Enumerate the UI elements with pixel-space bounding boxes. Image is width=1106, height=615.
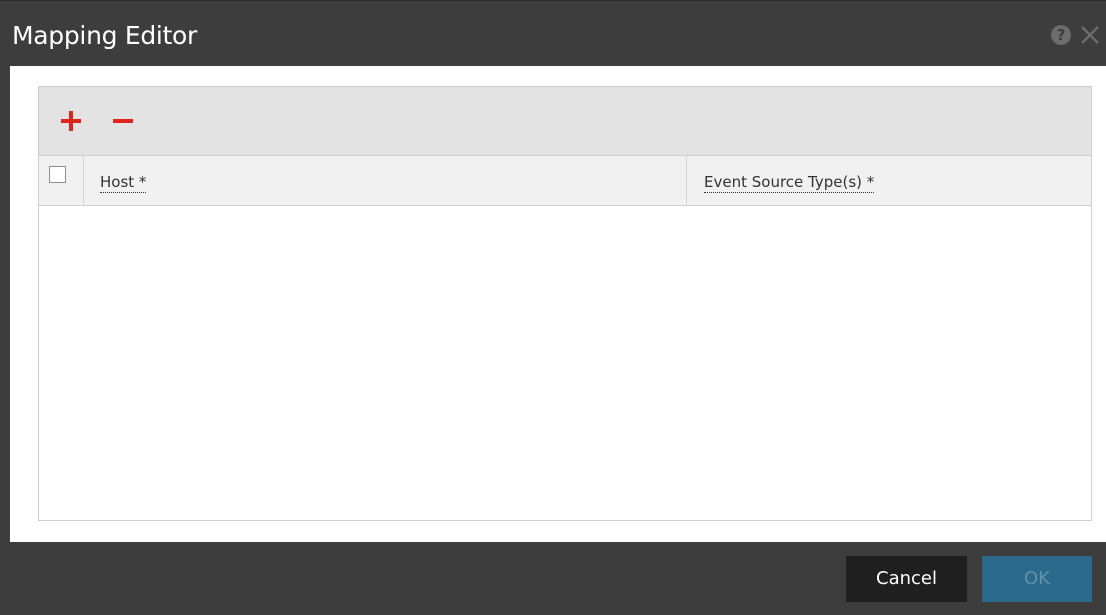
column-header-host[interactable]: Host *: [84, 156, 687, 205]
dialog-titlebar: Mapping Editor ?: [0, 0, 1106, 66]
mapping-editor-dialog: Mapping Editor ? Host * Event Source Typ…: [0, 0, 1106, 615]
add-row-button[interactable]: [59, 109, 83, 133]
select-all-cell: [39, 156, 84, 205]
close-icon[interactable]: [1076, 23, 1106, 47]
event-source-types-column-label: Event Source Type(s) *: [704, 173, 875, 193]
minus-icon: [113, 119, 133, 123]
cancel-button[interactable]: Cancel: [846, 556, 967, 602]
grid-toolbar: [39, 87, 1091, 156]
host-column-label: Host *: [100, 173, 147, 193]
mapping-grid: Host * Event Source Type(s) *: [38, 86, 1092, 521]
select-all-checkbox[interactable]: [49, 166, 66, 183]
dialog-footer: Cancel OK: [0, 542, 1106, 615]
help-icon[interactable]: ?: [1051, 25, 1071, 45]
column-header-event-source-types[interactable]: Event Source Type(s) *: [687, 156, 1091, 205]
ok-button[interactable]: OK: [982, 556, 1092, 602]
grid-rows-area: [39, 206, 1091, 520]
dialog-title: Mapping Editor: [12, 21, 198, 50]
dialog-body: Host * Event Source Type(s) *: [10, 66, 1106, 542]
plus-icon: [61, 111, 81, 131]
grid-header-row: Host * Event Source Type(s) *: [39, 156, 1091, 206]
remove-row-button[interactable]: [111, 109, 135, 133]
